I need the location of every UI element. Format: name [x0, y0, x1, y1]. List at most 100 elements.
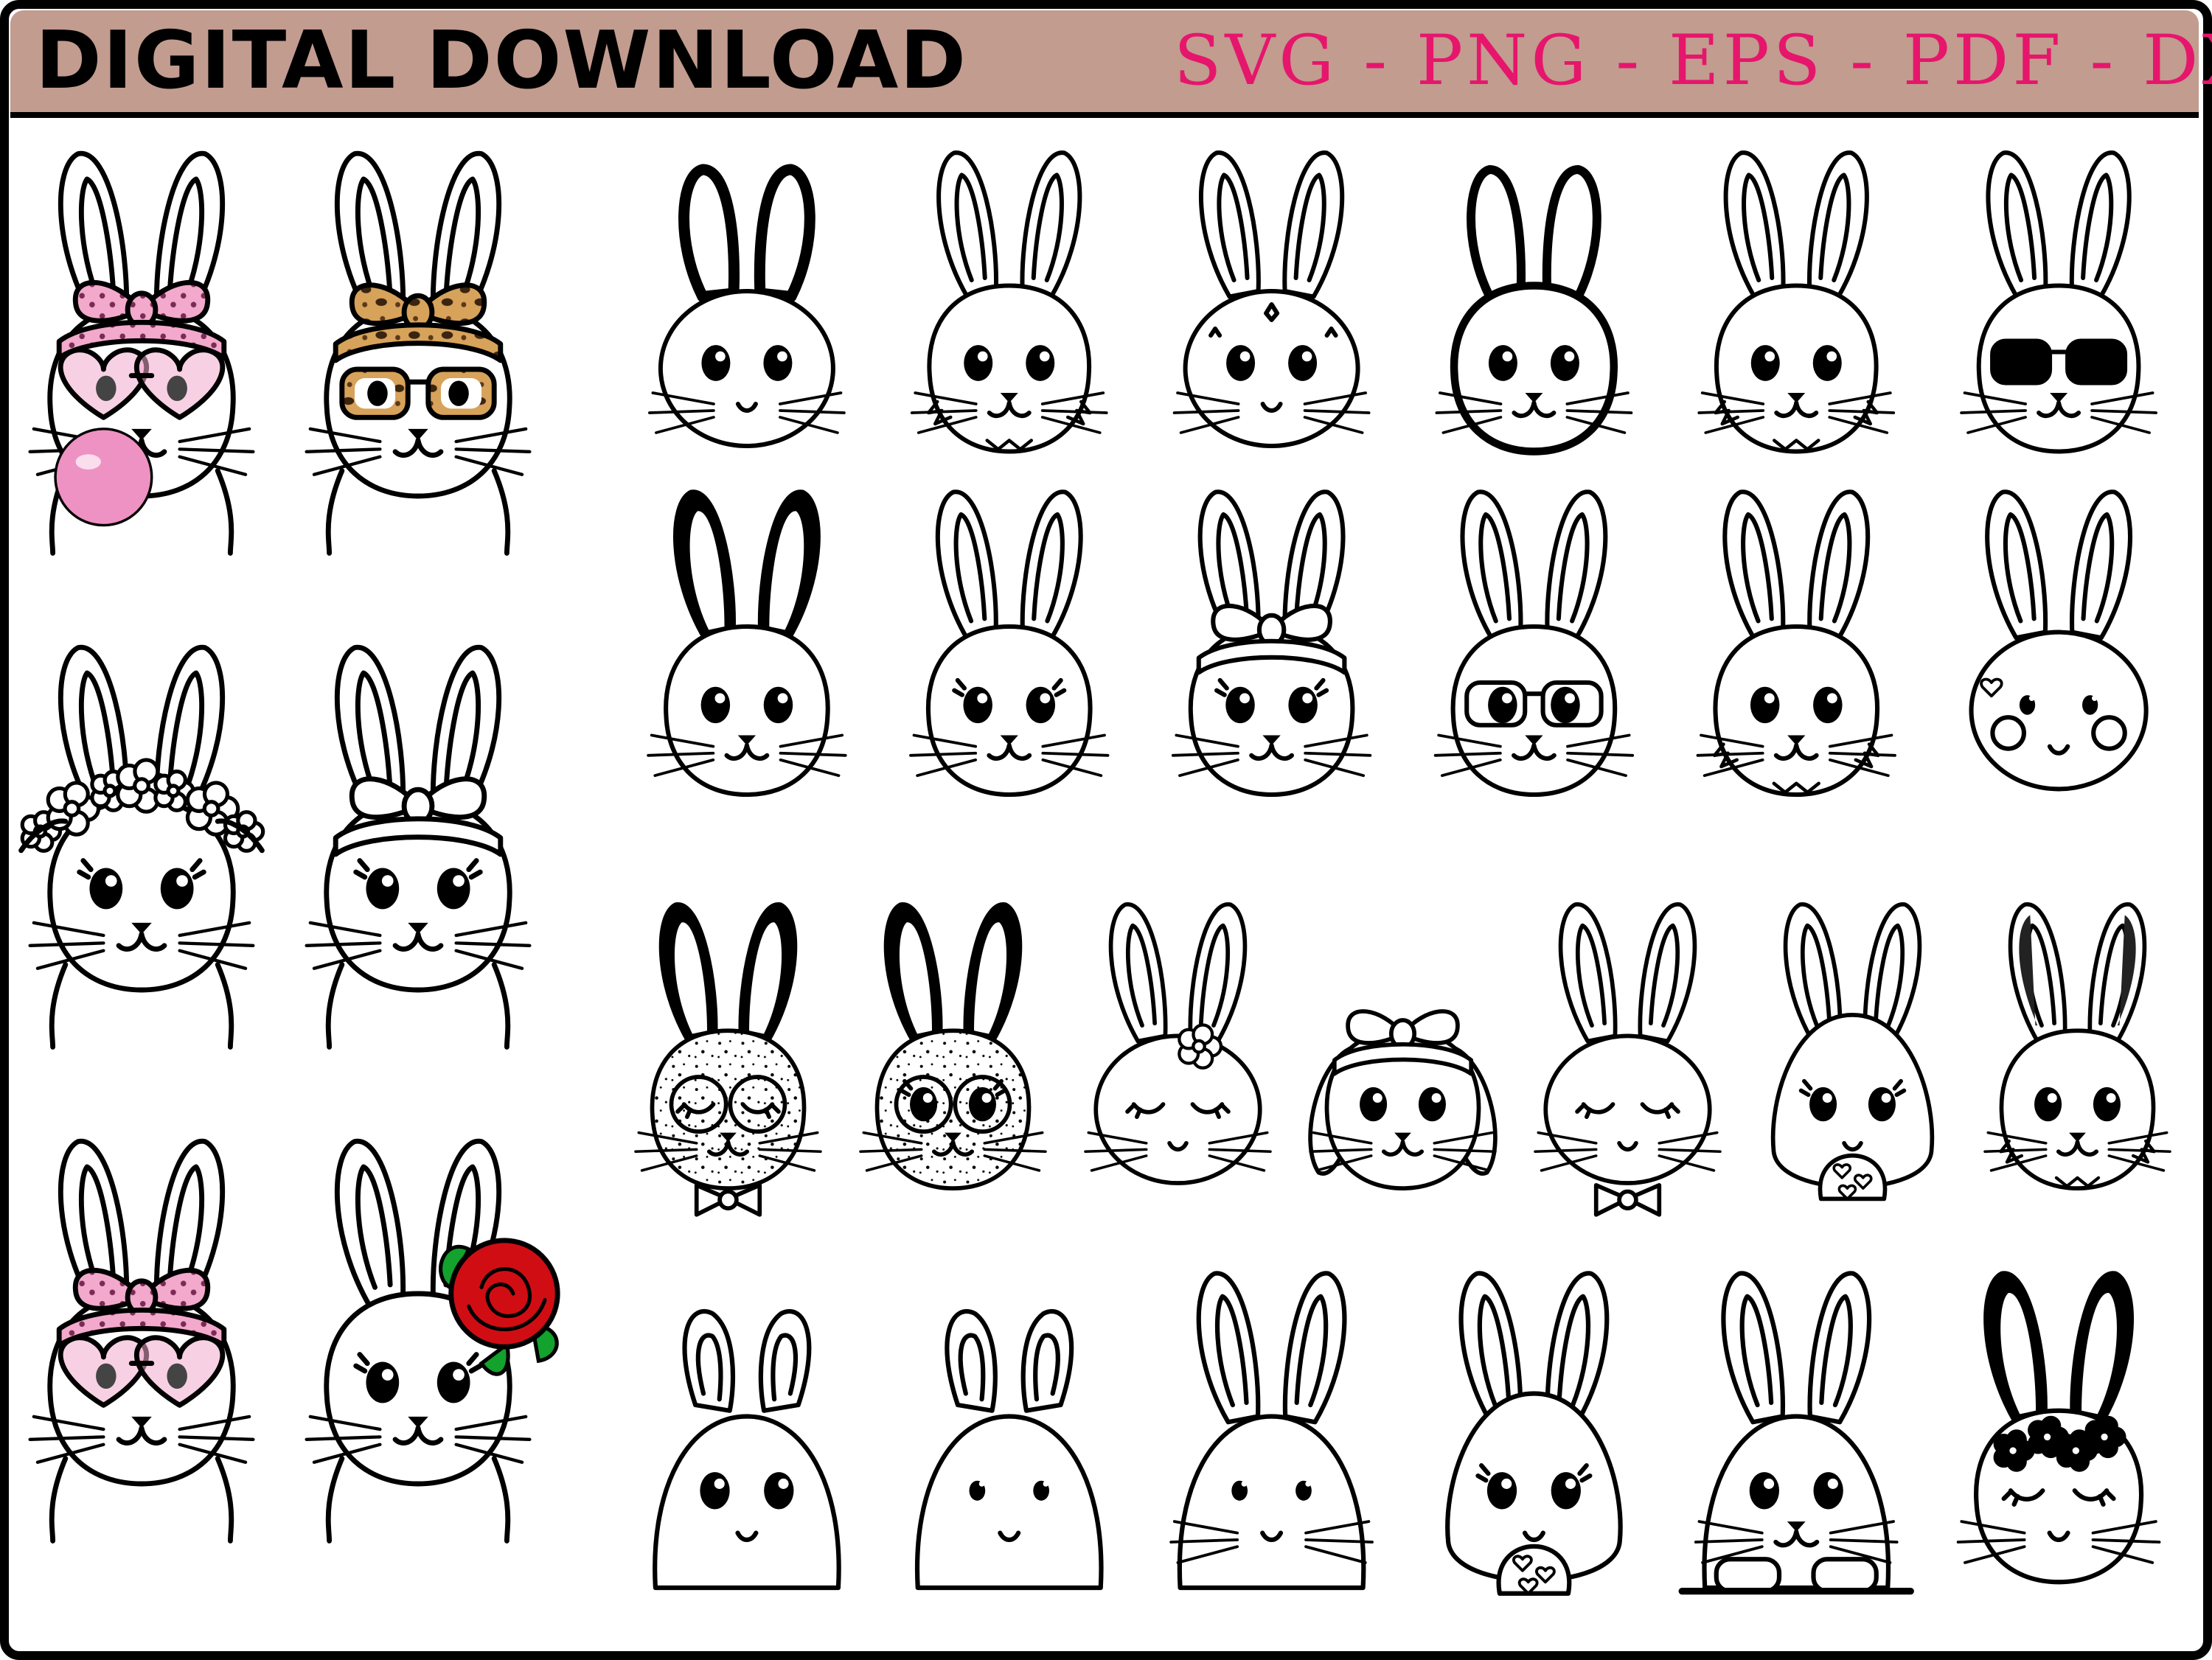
bunny-bold-outline — [1435, 165, 1633, 456]
head — [1450, 624, 1618, 798]
bunny-peek-small — [653, 1309, 841, 1591]
crown-flower — [202, 800, 220, 817]
head — [925, 624, 1093, 798]
left-ear — [682, 1309, 736, 1413]
bunny-flower-sleepy — [1084, 902, 1272, 1185]
right-eye — [1812, 345, 1842, 381]
crown-flower — [133, 777, 150, 795]
right-eye — [1418, 1087, 1446, 1122]
right-eye — [160, 868, 194, 910]
bunny-sunglasses — [1960, 150, 2157, 454]
left-eye — [1488, 345, 1517, 381]
left-eye — [1360, 1087, 1388, 1122]
left-eye — [1809, 1087, 1837, 1122]
bunny-dark-ears — [647, 489, 847, 798]
bunny-hearts — [1969, 489, 2149, 792]
left-eye — [2034, 1087, 2062, 1122]
bunny-bandana-sketched — [1171, 489, 1372, 798]
left-eye — [1750, 686, 1780, 724]
left-eye — [1750, 345, 1780, 381]
head — [650, 1028, 807, 1191]
head — [664, 624, 830, 798]
right-eye — [437, 868, 470, 910]
right-eye — [1288, 345, 1318, 381]
right-ear — [758, 1309, 812, 1413]
right-eye — [764, 1472, 794, 1510]
left-eye — [1749, 1472, 1779, 1510]
head — [1450, 282, 1618, 456]
left-eye — [89, 868, 123, 910]
head — [653, 1414, 841, 1591]
left-eye — [700, 686, 731, 724]
right-ear — [1020, 1309, 1074, 1413]
bunny-peeking-paws — [1678, 1271, 1914, 1595]
right-eye — [968, 1087, 996, 1122]
left-eye — [1488, 686, 1517, 724]
right-eye — [1551, 1472, 1581, 1510]
head — [1969, 630, 2149, 792]
left-eye — [910, 1087, 938, 1122]
accessory-bunny-6 — [305, 1139, 560, 1544]
crown-flower — [102, 784, 117, 798]
right-eye — [1868, 1087, 1896, 1122]
right-eye — [1813, 1472, 1843, 1510]
accessory-bunny-3 — [18, 645, 265, 1050]
flower — [2040, 1430, 2054, 1444]
right-eye — [1288, 686, 1318, 724]
bunny-collection — [18, 150, 2171, 1596]
bunny-egg-hearts — [1770, 902, 1935, 1202]
right-eye — [1026, 345, 1055, 381]
right-eye — [1026, 686, 1056, 724]
left-eye — [963, 686, 992, 724]
right-eye — [2093, 1087, 2121, 1122]
right-eye — [437, 1361, 470, 1403]
head — [658, 289, 835, 448]
left-eye — [964, 345, 993, 381]
accessory-bunny-2 — [305, 151, 532, 556]
bunny-speckled-bowtie — [634, 902, 822, 1217]
bunny-peek-rounded — [914, 1309, 1104, 1591]
head — [1177, 1414, 1366, 1591]
bunny-smiling — [1696, 489, 1896, 798]
bubble-gum — [54, 428, 153, 527]
glasses-right — [2065, 338, 2128, 386]
head — [1999, 1028, 2156, 1191]
head — [1543, 1033, 1712, 1185]
bunny-egg-large — [1445, 1271, 1623, 1596]
flower — [2097, 1430, 2112, 1444]
left-paw — [1714, 1557, 1782, 1594]
accessory-bunny-4 — [305, 645, 532, 1050]
right-eye — [1813, 686, 1843, 724]
flower — [2006, 1443, 2020, 1458]
head — [1183, 289, 1360, 448]
right-eye — [763, 345, 793, 381]
bunny-sleepy-bowtie — [1534, 902, 1722, 1217]
right-eye — [763, 686, 793, 724]
left-eye — [1486, 1472, 1517, 1510]
right-eye — [1551, 686, 1580, 724]
bunny-cute-lashes — [909, 489, 1110, 798]
left-ear — [945, 1309, 998, 1413]
accessory-bunny-1 — [28, 151, 255, 556]
right-paw — [1811, 1557, 1879, 1594]
crown-flower — [63, 800, 81, 817]
left-eye — [366, 1361, 400, 1403]
hair-flower — [1192, 1039, 1206, 1054]
left-eye — [366, 868, 400, 910]
right-eye — [1550, 345, 1579, 381]
flower — [2069, 1443, 2083, 1458]
bunny-round-cartoon — [648, 164, 846, 448]
head — [1093, 1033, 1262, 1185]
bunny-glasses — [1433, 489, 1635, 798]
bunny-realistic — [1983, 902, 2171, 1191]
bunny-lop-ear-bow — [1308, 1009, 1498, 1191]
glasses-left — [1990, 338, 2053, 386]
head — [1714, 283, 1879, 454]
bunny-peek-tall-ears — [1169, 1271, 1374, 1591]
crown-flower — [166, 784, 181, 798]
head — [874, 1028, 1032, 1191]
head — [927, 283, 1092, 454]
left-eye — [1225, 686, 1255, 724]
bunny-flower-lashes — [1956, 1271, 2161, 1585]
left-eye — [1226, 345, 1256, 381]
